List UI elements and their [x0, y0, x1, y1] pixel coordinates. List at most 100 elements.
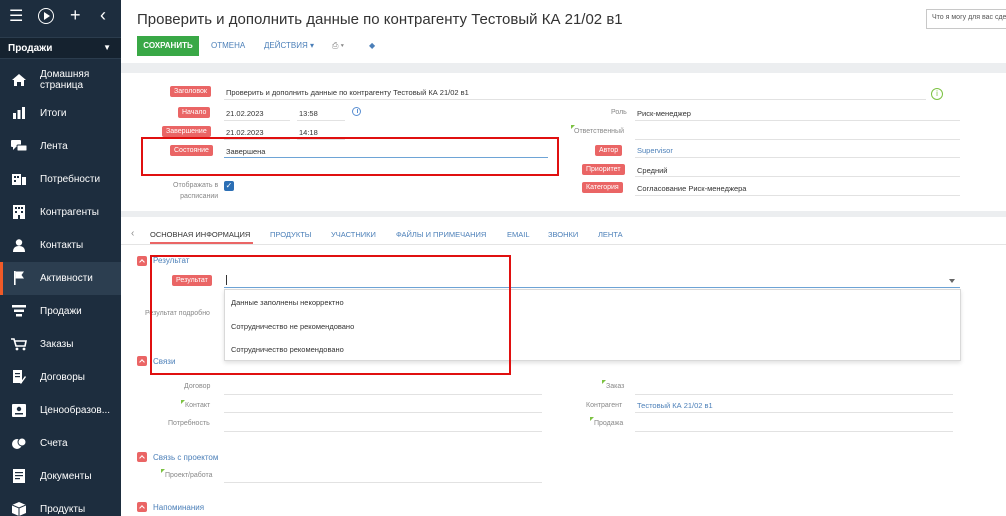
chevron-down-icon[interactable] [949, 279, 955, 283]
project-field[interactable] [224, 482, 542, 483]
start-time-field[interactable]: 13:58 [299, 109, 318, 118]
sidebar-item-products[interactable]: Продукты [0, 493, 121, 516]
author-label: Автор [595, 145, 623, 156]
workplace-label: Продажи [8, 43, 53, 54]
sidebar-item-feed[interactable]: Лента [0, 130, 121, 163]
box-icon [11, 502, 27, 516]
plus-icon[interactable]: + [70, 6, 81, 24]
section-divider [121, 211, 1006, 217]
contract-field[interactable] [224, 394, 542, 395]
subject-field[interactable]: Проверить и дополнить данные по контраге… [226, 88, 469, 97]
sidebar-item-sales[interactable]: Продажи [0, 295, 121, 328]
play-icon[interactable] [38, 8, 54, 24]
contact-field[interactable] [224, 412, 542, 413]
sidebar-item-label: Лента [40, 141, 68, 152]
author-field[interactable]: Supervisor [637, 146, 673, 155]
sidebar-item-invoices[interactable]: Счета [0, 427, 121, 460]
sidebar-item-totals[interactable]: Итоги [0, 97, 121, 130]
collapse-icon[interactable]: ‹ [100, 6, 106, 24]
workplace-selector[interactable]: Продажи ▼ [0, 37, 121, 59]
tabs-scroll-left-icon[interactable]: ‹ [131, 228, 134, 239]
sidebar-item-accounts[interactable]: Контрагенты [0, 196, 121, 229]
sidebar-item-pricing[interactable]: Ценообразов... [0, 394, 121, 427]
sidebar-item-documents[interactable]: Документы [0, 460, 121, 493]
sidebar-item-label: Итоги [40, 108, 67, 119]
sidebar-item-needs[interactable]: Потребности [0, 163, 121, 196]
tag-button[interactable]: ◆ [369, 41, 375, 50]
actions-button[interactable]: ДЕЙСТВИЯ ▾ [264, 41, 314, 50]
role-underline [635, 120, 960, 121]
tab-email[interactable]: EMAIL [507, 230, 530, 239]
account-field[interactable]: Тестовый КА 21/02 в1 [637, 401, 713, 410]
sidebar-item-label: Продажи [40, 306, 82, 317]
start-date-underline [224, 120, 290, 121]
bar-chart-icon [11, 106, 27, 120]
subject-label: Заголовок [170, 86, 211, 97]
priority-label: Приоритет [582, 164, 625, 175]
sidebar-item-contracts[interactable]: Договоры [0, 361, 121, 394]
building-icon [11, 205, 27, 219]
cart-icon [11, 337, 27, 351]
links-group-collapse-icon[interactable] [137, 356, 147, 366]
show-in-schedule-checkbox[interactable]: ✓ [224, 181, 234, 191]
end-label: Завершение [162, 126, 211, 137]
project-label: Проект/работа [165, 472, 213, 479]
reminders-group-title[interactable]: Напоминания [153, 503, 204, 512]
sidebar: ☰ + ‹ Продажи ▼ Домашняя страница Итоги Л… [0, 0, 121, 516]
command-search-input[interactable]: Что я могу для вас сделать? [926, 9, 1006, 29]
responsible-underline [635, 139, 960, 140]
role-label: Роль [611, 109, 627, 116]
tab-main-info[interactable]: ОСНОВНАЯ ИНФОРМАЦИЯ [150, 230, 250, 239]
invoice-icon [11, 436, 27, 450]
category-field[interactable]: Согласование Риск-менеджера [637, 184, 746, 193]
sidebar-item-orders[interactable]: Заказы [0, 328, 121, 361]
annotation-box-status [141, 137, 559, 176]
schedule-label: расписании [180, 193, 219, 200]
cancel-button[interactable]: ОТМЕНА [211, 41, 245, 50]
info-icon[interactable]: i [931, 88, 943, 100]
sale-label: Продажа [594, 420, 624, 427]
sidebar-item-label: Заказы [40, 339, 74, 350]
account-underline [635, 412, 953, 413]
end-date-field[interactable]: 21.02.2023 [226, 128, 264, 137]
end-time-field[interactable]: 14:18 [299, 128, 318, 137]
tab-products[interactable]: ПРОДУКТЫ [270, 230, 311, 239]
flag-icon [11, 271, 27, 285]
sidebar-item-contacts[interactable]: Контакты [0, 229, 121, 262]
chevron-down-icon: ▼ [103, 43, 111, 52]
sidebar-item-label: Ценообразов... [40, 405, 111, 416]
sale-field[interactable] [635, 431, 953, 432]
menu-icon[interactable]: ☰ [9, 8, 23, 26]
priority-field[interactable]: Средний [637, 166, 668, 175]
home-icon [11, 73, 27, 87]
sidebar-item-label: Счета [40, 438, 68, 449]
order-field[interactable] [635, 394, 953, 395]
tab-files-notes[interactable]: ФАЙЛЫ И ПРИМЕЧАНИЯ [396, 230, 486, 239]
sidebar-item-label: Активности [40, 273, 93, 284]
sidebar-item-activities[interactable]: Активности [0, 262, 121, 295]
result-group-collapse-icon[interactable] [137, 256, 147, 266]
project-group-collapse-icon[interactable] [137, 452, 147, 462]
tab-feed[interactable]: ЛЕНТА [598, 230, 623, 239]
start-date-field[interactable]: 21.02.2023 [226, 109, 264, 118]
author-underline [635, 157, 960, 158]
role-field[interactable]: Риск-менеджер [637, 109, 691, 118]
tab-calls[interactable]: ЗВОНКИ [548, 230, 578, 239]
header-divider [121, 63, 1006, 73]
needs-icon [11, 172, 27, 186]
sidebar-item-label: Договоры [40, 372, 85, 383]
need-field[interactable] [224, 431, 542, 432]
sidebar-item-label: Домашняя [40, 69, 90, 80]
reminders-group-collapse-icon[interactable] [137, 502, 147, 512]
start-label: Начало [178, 107, 211, 118]
print-button[interactable]: ⎙ ▾ [332, 41, 344, 51]
start-time-underline [297, 120, 345, 121]
project-group-title[interactable]: Связь с проектом [153, 453, 218, 462]
subject-underline [224, 99, 926, 100]
sidebar-top-bar: ☰ + ‹ [0, 0, 121, 36]
tab-participants[interactable]: УЧАСТНИКИ [331, 230, 376, 239]
sidebar-item-home[interactable]: Домашняя страница [0, 64, 121, 97]
timezone-icon[interactable] [352, 107, 361, 116]
priority-underline [635, 176, 960, 177]
save-button[interactable]: СОХРАНИТЬ [137, 36, 199, 56]
